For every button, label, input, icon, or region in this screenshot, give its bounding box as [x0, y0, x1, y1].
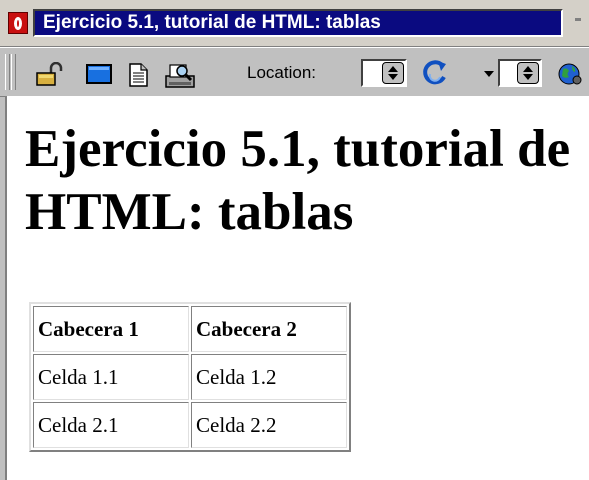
- table-header-cell: Cabecera 2: [191, 306, 347, 352]
- refresh-icon[interactable]: [420, 59, 450, 89]
- window-title: Ejercicio 5.1, tutorial de HTML: tablas: [33, 9, 563, 37]
- table-cell: Celda 1.2: [191, 354, 347, 400]
- table-cell: Celda 1.1: [33, 354, 189, 400]
- table-header-row: Cabecera 1 Cabecera 2: [33, 306, 347, 352]
- location-selector[interactable]: [361, 59, 407, 87]
- table-row: Celda 2.1 Celda 2.2: [33, 402, 347, 448]
- toolbar: Location:: [0, 47, 589, 97]
- document-icon[interactable]: [125, 62, 151, 88]
- table-cell: Celda 2.2: [191, 402, 347, 448]
- location-label: Location:: [247, 63, 316, 82]
- table-row: Celda 1.1 Celda 1.2: [33, 354, 347, 400]
- spinner-button[interactable]: [517, 62, 539, 84]
- globe-icon[interactable]: [557, 60, 587, 88]
- toolbar-grip[interactable]: [5, 54, 10, 90]
- print-preview-icon[interactable]: [164, 62, 198, 90]
- page-heading: Ejercicio 5.1, tutorial de HTML: tablas: [25, 120, 571, 241]
- toolbar-grip[interactable]: [11, 54, 16, 90]
- table-cell: Celda 2.1: [33, 402, 189, 448]
- opera-logo-icon[interactable]: [8, 12, 28, 34]
- dropdown-arrow-icon[interactable]: [484, 71, 494, 77]
- data-table: Cabecera 1 Cabecera 2 Celda 1.1 Celda 1.…: [29, 302, 351, 452]
- lock-icon[interactable]: [34, 62, 64, 86]
- page-viewport[interactable]: Ejercicio 5.1, tutorial de HTML: tablas …: [5, 96, 589, 480]
- window-icon[interactable]: [84, 62, 114, 86]
- history-selector[interactable]: [498, 59, 542, 87]
- title-bar: Ejercicio 5.1, tutorial de HTML: tablas: [0, 0, 589, 47]
- table-header-cell: Cabecera 1: [33, 306, 189, 352]
- spinner-button[interactable]: [382, 62, 404, 84]
- window-control[interactable]: [575, 18, 581, 21]
